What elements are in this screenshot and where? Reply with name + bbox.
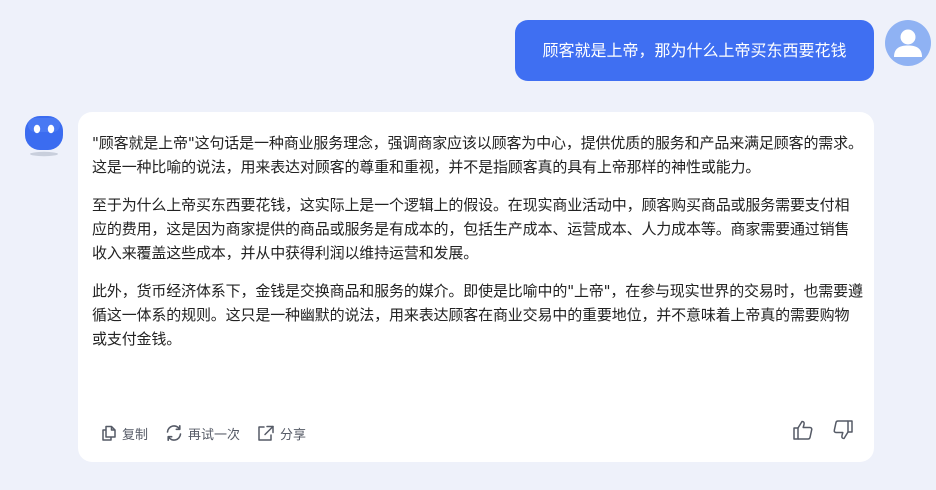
share-icon xyxy=(256,424,280,442)
robot-avatar-icon xyxy=(23,114,65,158)
share-label: 分享 xyxy=(280,427,307,443)
share-button[interactable]: 分享 xyxy=(256,424,306,443)
retry-button[interactable]: 再试一次 xyxy=(164,424,240,443)
user-message-text: 顾客就是上帝，那为什么上帝买东西要花钱 xyxy=(542,41,847,60)
thumbs-up-icon[interactable] xyxy=(792,419,814,441)
thumbs-down-icon[interactable] xyxy=(832,419,854,441)
user-avatar-icon xyxy=(885,20,931,66)
assistant-answer: "顾客就是上帝"这句话是一种商业服务理念，强调商家应该以顾客为中心，提供优质的服… xyxy=(92,131,864,365)
feedback-controls xyxy=(774,419,854,441)
answer-paragraph-1: "顾客就是上帝"这句话是一种商业服务理念，强调商家应该以顾客为中心，提供优质的服… xyxy=(92,134,863,176)
copy-label: 复制 xyxy=(122,427,149,443)
copy-button[interactable]: 复制 xyxy=(100,424,148,443)
answer-paragraph-3: 此外，货币经济体系下，金钱是交换商品和服务的媒介。即使是比喻中的"上帝"，在参与… xyxy=(92,282,863,348)
refresh-icon xyxy=(164,424,188,442)
user-message-bubble: 顾客就是上帝，那为什么上帝买东西要花钱 xyxy=(515,20,874,81)
message-actions: 复制 再试一次 分享 xyxy=(100,421,322,445)
answer-paragraph-2: 至于为什么上帝买东西要花钱，这实际上是一个逻辑上的假设。在现实商业活动中，顾客购… xyxy=(92,196,850,262)
assistant-message-card: "顾客就是上帝"这句话是一种商业服务理念，强调商家应该以顾客为中心，提供优质的服… xyxy=(78,112,874,462)
copy-icon xyxy=(100,424,122,442)
retry-label: 再试一次 xyxy=(188,427,241,443)
